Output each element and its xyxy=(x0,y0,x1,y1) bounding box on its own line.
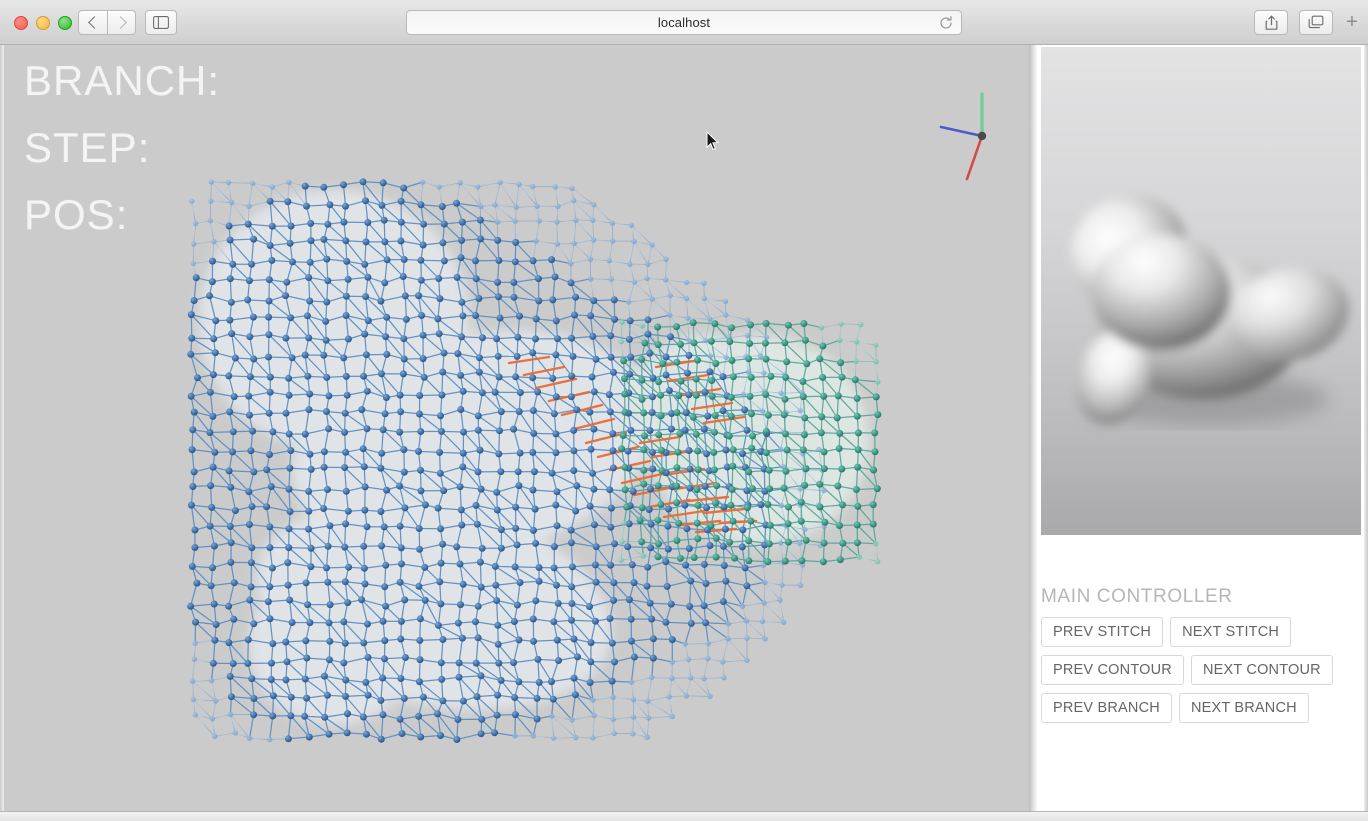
axis-gizmo xyxy=(939,92,987,181)
share-icon xyxy=(1265,15,1277,30)
back-button[interactable] xyxy=(78,10,107,35)
controller-buttons: PREV STITCH NEXT STITCH PREV CONTOUR NEX… xyxy=(1041,617,1361,731)
prev-branch-button[interactable]: PREV BRANCH xyxy=(1041,693,1172,723)
next-stitch-button[interactable]: NEXT STITCH xyxy=(1170,617,1292,647)
close-window-button[interactable] xyxy=(14,16,28,30)
new-tab-button[interactable]: + xyxy=(1341,12,1363,34)
sidebar-toggle-button[interactable] xyxy=(145,10,177,35)
z-axis-line xyxy=(939,125,984,138)
next-contour-button[interactable]: NEXT CONTOUR xyxy=(1190,655,1333,685)
prev-contour-button[interactable]: PREV CONTOUR xyxy=(1041,655,1184,685)
hud-step-label: STEP: xyxy=(24,124,151,171)
window-traffic-lights xyxy=(14,16,72,30)
hud-pos-label: POS: xyxy=(24,191,129,238)
browser-window: localhost + BRANCH: STEP: POS: MAIN CONT… xyxy=(0,0,1368,821)
panel-divider xyxy=(1029,45,1037,811)
zoom-window-button[interactable] xyxy=(58,16,72,30)
window-left-edge xyxy=(0,45,4,811)
controller-title: MAIN CONTROLLER xyxy=(1041,586,1233,607)
share-button[interactable] xyxy=(1254,10,1288,35)
preview-render xyxy=(1070,194,1350,425)
right-panel: MAIN CONTROLLER PREV STITCH NEXT STITCH … xyxy=(1037,45,1364,811)
sidebar-icon xyxy=(153,16,169,29)
address-text: localhost xyxy=(657,15,711,30)
window-bottom-edge xyxy=(0,811,1368,821)
tab-overview-button[interactable] xyxy=(1299,10,1333,35)
mesh-render xyxy=(187,178,882,743)
preview-viewport[interactable] xyxy=(1041,47,1361,535)
window-right-edge xyxy=(1364,45,1368,811)
gizmo-origin xyxy=(977,131,987,141)
mesh-viewport[interactable]: BRANCH: STEP: POS: xyxy=(4,45,1029,811)
mouse-cursor xyxy=(706,131,719,151)
reload-icon xyxy=(940,15,952,29)
next-branch-button[interactable]: NEXT BRANCH xyxy=(1178,693,1309,723)
tab-overview-icon xyxy=(1308,15,1324,29)
address-bar[interactable]: localhost xyxy=(406,10,962,35)
contour-button-row: PREV CONTOUR NEXT CONTOUR xyxy=(1041,655,1361,685)
chevron-right-icon xyxy=(113,16,127,29)
chevron-left-icon xyxy=(88,16,101,29)
hud-branch-label: BRANCH: xyxy=(24,57,221,104)
reload-button[interactable] xyxy=(938,15,954,31)
stitch-button-row: PREV STITCH NEXT STITCH xyxy=(1041,617,1361,647)
browser-toolbar: localhost + xyxy=(0,0,1368,45)
page-content: BRANCH: STEP: POS: MAIN CONTROLLER PREV … xyxy=(0,45,1368,811)
x-axis-line xyxy=(965,134,984,181)
forward-button[interactable] xyxy=(107,10,136,35)
minimize-window-button[interactable] xyxy=(36,16,50,30)
prev-stitch-button[interactable]: PREV STITCH xyxy=(1041,617,1164,647)
branch-button-row: PREV BRANCH NEXT BRANCH xyxy=(1041,693,1361,723)
